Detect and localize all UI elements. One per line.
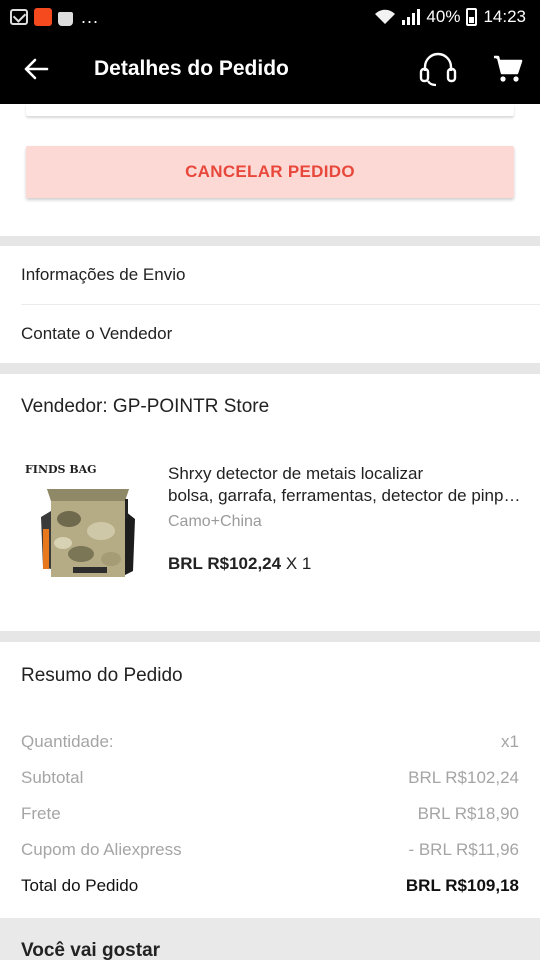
summary-label: Frete	[21, 804, 61, 823]
product-image: FINDS BAG	[21, 459, 151, 589]
summary-total-value: BRL R$109,18	[405, 876, 519, 895]
product-name-line-2: bolsa, garrafa, ferramentas, detector de…	[168, 486, 523, 505]
seller-panel: Vendedor: GP-POINTR Store FINDS BAG Shrx…	[0, 374, 540, 631]
summary-value: x1	[501, 732, 519, 751]
back-arrow-icon	[24, 58, 49, 80]
product-variant: Camo+China	[168, 513, 262, 530]
summary-label: Quantidade:	[21, 732, 114, 751]
previous-card-edge	[26, 104, 514, 116]
cancel-order-button[interactable]: CANCELAR PEDIDO	[26, 146, 514, 198]
page-title: Detalhes do Pedido	[94, 57, 289, 80]
summary-row-subtotal: Subtotal BRL R$102,24	[21, 768, 519, 788]
summary-label: Subtotal	[21, 768, 84, 787]
product-image-label: FINDS BAG	[25, 463, 97, 476]
signal-icon	[402, 9, 421, 25]
product-name-line-1: Shrxy detector de metais localizar	[168, 464, 424, 483]
recommendations-title: Você vai gostar	[21, 940, 161, 960]
summary-value: BRL R$18,90	[417, 804, 519, 823]
summary-label: Cupom do Aliexpress	[21, 840, 182, 859]
clock: 14:23	[483, 7, 526, 26]
summary-row-coupon: Cupom do Aliexpress - BRL R$11,96	[21, 840, 519, 860]
support-button[interactable]	[416, 47, 460, 91]
aliexpress-notification-icon	[34, 8, 52, 26]
headset-support-icon	[419, 52, 457, 87]
shipping-info-link[interactable]: Informações de Envio	[0, 246, 540, 304]
seller-name[interactable]: Vendedor: GP-POINTR Store	[21, 396, 269, 418]
battery-percent: 40%	[426, 7, 461, 26]
summary-label: Total do Pedido	[21, 876, 139, 895]
product-name[interactable]: Shrxy detector de metais localizar bolsa…	[168, 463, 523, 507]
summary-value: BRL R$102,24	[408, 768, 519, 787]
summary-title: Resumo do Pedido	[21, 665, 183, 686]
contact-seller-link[interactable]: Contate o Vendedor	[0, 305, 540, 363]
summary-row-quantity: Quantidade: x1	[21, 732, 519, 752]
recommendations-section: Você vai gostar	[0, 918, 540, 960]
cart-button[interactable]	[486, 47, 530, 91]
product-price: BRL R$102,24	[168, 554, 282, 573]
battery-icon	[466, 8, 478, 26]
more-notifications-icon: ...	[81, 7, 100, 27]
status-bar: ... 40% 14:23	[0, 0, 540, 34]
app-bar: Detalhes do Pedido	[0, 34, 540, 104]
order-actions-panel: CANCELAR PEDIDO	[0, 104, 540, 236]
summary-row-shipping: Frete BRL R$18,90	[21, 804, 519, 824]
summary-value: - BRL R$11,96	[408, 840, 519, 859]
order-summary-panel: Resumo do Pedido Quantidade: x1 Subtotal…	[0, 642, 540, 918]
wifi-icon	[375, 9, 396, 24]
shopping-bag-notification-icon	[58, 11, 73, 26]
mail-notification-icon	[10, 9, 28, 25]
order-links-panel: Informações de Envio Contate o Vendedor	[0, 246, 540, 363]
cart-icon	[494, 55, 523, 82]
summary-row-total: Total do Pedido BRL R$109,18	[21, 876, 519, 896]
back-button[interactable]	[0, 34, 72, 104]
product-quantity: X 1	[285, 554, 312, 573]
product-thumbnail[interactable]: FINDS BAG	[21, 459, 151, 589]
product-price-line: BRL R$102,24 X 1	[168, 554, 311, 574]
